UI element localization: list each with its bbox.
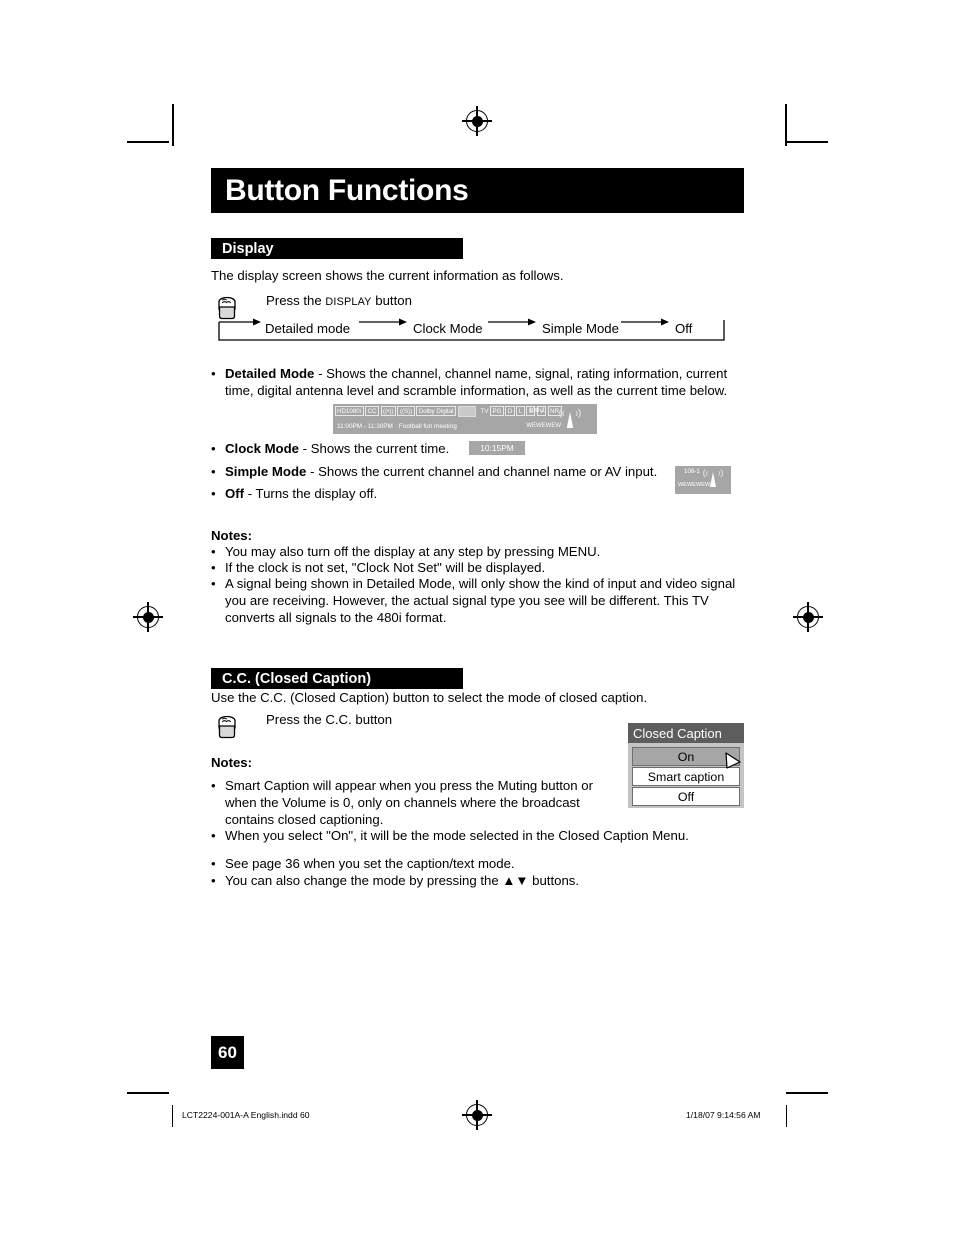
page-title: Button Functions	[211, 168, 744, 213]
page-number-badge: 60	[211, 1036, 244, 1069]
press-hand-icon	[210, 708, 244, 742]
bullet-simple-mode: • Simple Mode - Shows the current channe…	[211, 464, 671, 481]
crop-mark-icon	[785, 104, 787, 146]
registration-target-icon	[462, 1100, 492, 1130]
closed-caption-menu[interactable]: Closed Caption On Smart caption Off	[628, 723, 744, 808]
footer-divider-right	[792, 1092, 814, 1093]
crop-mark-icon	[172, 104, 174, 146]
display-press-instruction: Press the DISPLAY button	[266, 293, 566, 311]
bullet-text: - Shows the current channel and channel …	[306, 464, 658, 479]
display-intro-text: The display screen shows the current inf…	[211, 268, 564, 283]
bullet-marker: •	[211, 544, 216, 559]
press-key-name: DISPLAY	[325, 296, 372, 308]
osd-rating-flag-d: D	[505, 406, 515, 416]
bullet-marker: •	[211, 486, 216, 501]
cc-notes-heading: Notes:	[211, 755, 253, 770]
bullet-marker: •	[211, 464, 216, 479]
section-heading-closed-caption: C.C. (Closed Caption)	[211, 668, 463, 689]
antenna-signal-icon	[701, 466, 725, 490]
note-text: See page 36 when you set the caption/tex…	[225, 856, 515, 871]
osd-simple-mode-graphic: 108-1 WEWEWEW	[675, 466, 731, 494]
bullet-term: Clock Mode	[225, 441, 300, 456]
pointer-arrow-icon	[724, 751, 742, 771]
note-text: Smart Caption will appear when you press…	[225, 778, 593, 827]
bullet-marker: •	[211, 828, 216, 843]
osd-program-title: Football fun meeting	[398, 422, 457, 430]
bullet-marker: •	[211, 441, 216, 456]
osd-chip-audio-format: Dolby Digital	[416, 406, 457, 416]
display-note-1: • You may also turn off the display at a…	[211, 544, 751, 561]
note-text: When you select "On", it will be the mod…	[225, 828, 689, 843]
osd-rating-prefix: TV	[480, 407, 489, 415]
osd-rating-flag-l: L	[516, 406, 525, 416]
section-heading-display: Display	[211, 238, 463, 259]
bullet-marker: •	[211, 576, 216, 591]
footer-tick-right	[786, 1105, 787, 1127]
bullet-marker: •	[211, 856, 216, 871]
osd-time-range: 11:00PM - 11:30PM	[337, 422, 393, 430]
bullet-term: Detailed Mode	[225, 366, 315, 381]
bullet-marker: •	[211, 873, 216, 888]
bullet-off: • Off - Turns the display off.	[211, 486, 611, 503]
cc-menu-item-off[interactable]: Off	[632, 787, 740, 806]
bullet-term: Simple Mode	[225, 464, 307, 479]
flow-step-clock-mode: Clock Mode	[413, 321, 483, 336]
bullet-marker: •	[211, 778, 216, 793]
osd-chip-cc: CC	[365, 406, 380, 416]
footer-tick-left	[172, 1105, 173, 1127]
cc-note-1: • Smart Caption will appear when you pre…	[211, 778, 601, 828]
footer-file-name: LCT2224-001A-A English.indd 60	[182, 1110, 310, 1120]
osd-call-sign: WEWEWEW	[526, 423, 561, 429]
bullet-marker: •	[211, 560, 216, 575]
crop-mark-icon	[786, 141, 828, 143]
cc-press-instruction: Press the C.C. button	[266, 712, 393, 727]
cc-menu-title: Closed Caption	[628, 723, 744, 743]
cc-note-3: • See page 36 when you set the caption/t…	[211, 856, 751, 873]
cc-note-2: • When you select "On", it will be the m…	[211, 828, 751, 845]
note-text: If the clock is not set, "Clock Not Set"…	[225, 560, 546, 575]
display-mode-flow-diagram: Detailed mode Clock Mode Simple Mode Off	[211, 316, 731, 348]
display-notes-heading: Notes:	[211, 528, 253, 543]
note-text: You may also turn off the display at any…	[225, 544, 601, 559]
bullet-text: - Turns the display off.	[244, 486, 378, 501]
antenna-signal-icon	[557, 406, 583, 432]
crop-mark-icon	[127, 141, 169, 143]
osd-rating: PG	[489, 406, 504, 416]
footer-divider-left	[140, 1092, 162, 1093]
bullet-text: - Shows the current time.	[299, 441, 450, 456]
cc-note-4: • You can also change the mode by pressi…	[211, 873, 751, 890]
display-note-3: • A signal being shown in Detailed Mode,…	[211, 576, 741, 626]
press-suffix: button	[371, 293, 412, 308]
osd-chip-antenna-signal: ((•))	[380, 406, 396, 416]
bullet-term: Off	[225, 486, 245, 501]
display-note-2: • If the clock is not set, "Clock Not Se…	[211, 560, 751, 577]
bullet-marker: •	[211, 366, 216, 381]
osd-simple-channel: 108-1	[684, 468, 700, 475]
osd-clock-mode-graphic: 10:15PM	[469, 441, 525, 455]
osd-chip-blank	[457, 405, 476, 417]
registration-target-icon	[133, 602, 163, 632]
registration-target-icon	[462, 106, 492, 136]
press-prefix: Press the	[266, 293, 326, 308]
osd-detailed-mode-graphic: HD1080i CC ((•)) ((S)) Dolby Digital TV …	[333, 404, 597, 434]
osd-channel-number: 108-1	[528, 407, 545, 414]
bullet-detailed-mode: • Detailed Mode - Shows the channel, cha…	[211, 366, 739, 400]
osd-chip-scramble: ((S))	[397, 406, 415, 416]
flow-step-off: Off	[675, 321, 693, 336]
flow-step-detailed-mode: Detailed mode	[265, 321, 351, 336]
osd-chip-resolution: HD1080i	[334, 406, 364, 416]
note-text: A signal being shown in Detailed Mode, w…	[225, 576, 736, 625]
bullet-clock-mode: • Clock Mode - Shows the current time.	[211, 441, 511, 458]
note-text: You can also change the mode by pressing…	[225, 873, 580, 888]
flow-step-simple-mode: Simple Mode	[542, 321, 619, 336]
manual-page: Button Functions Display The display scr…	[0, 0, 954, 1235]
footer-timestamp: 1/18/07 9:14:56 AM	[686, 1110, 761, 1120]
registration-target-icon	[793, 602, 823, 632]
cc-intro-text: Use the C.C. (Closed Caption) button to …	[211, 690, 648, 705]
